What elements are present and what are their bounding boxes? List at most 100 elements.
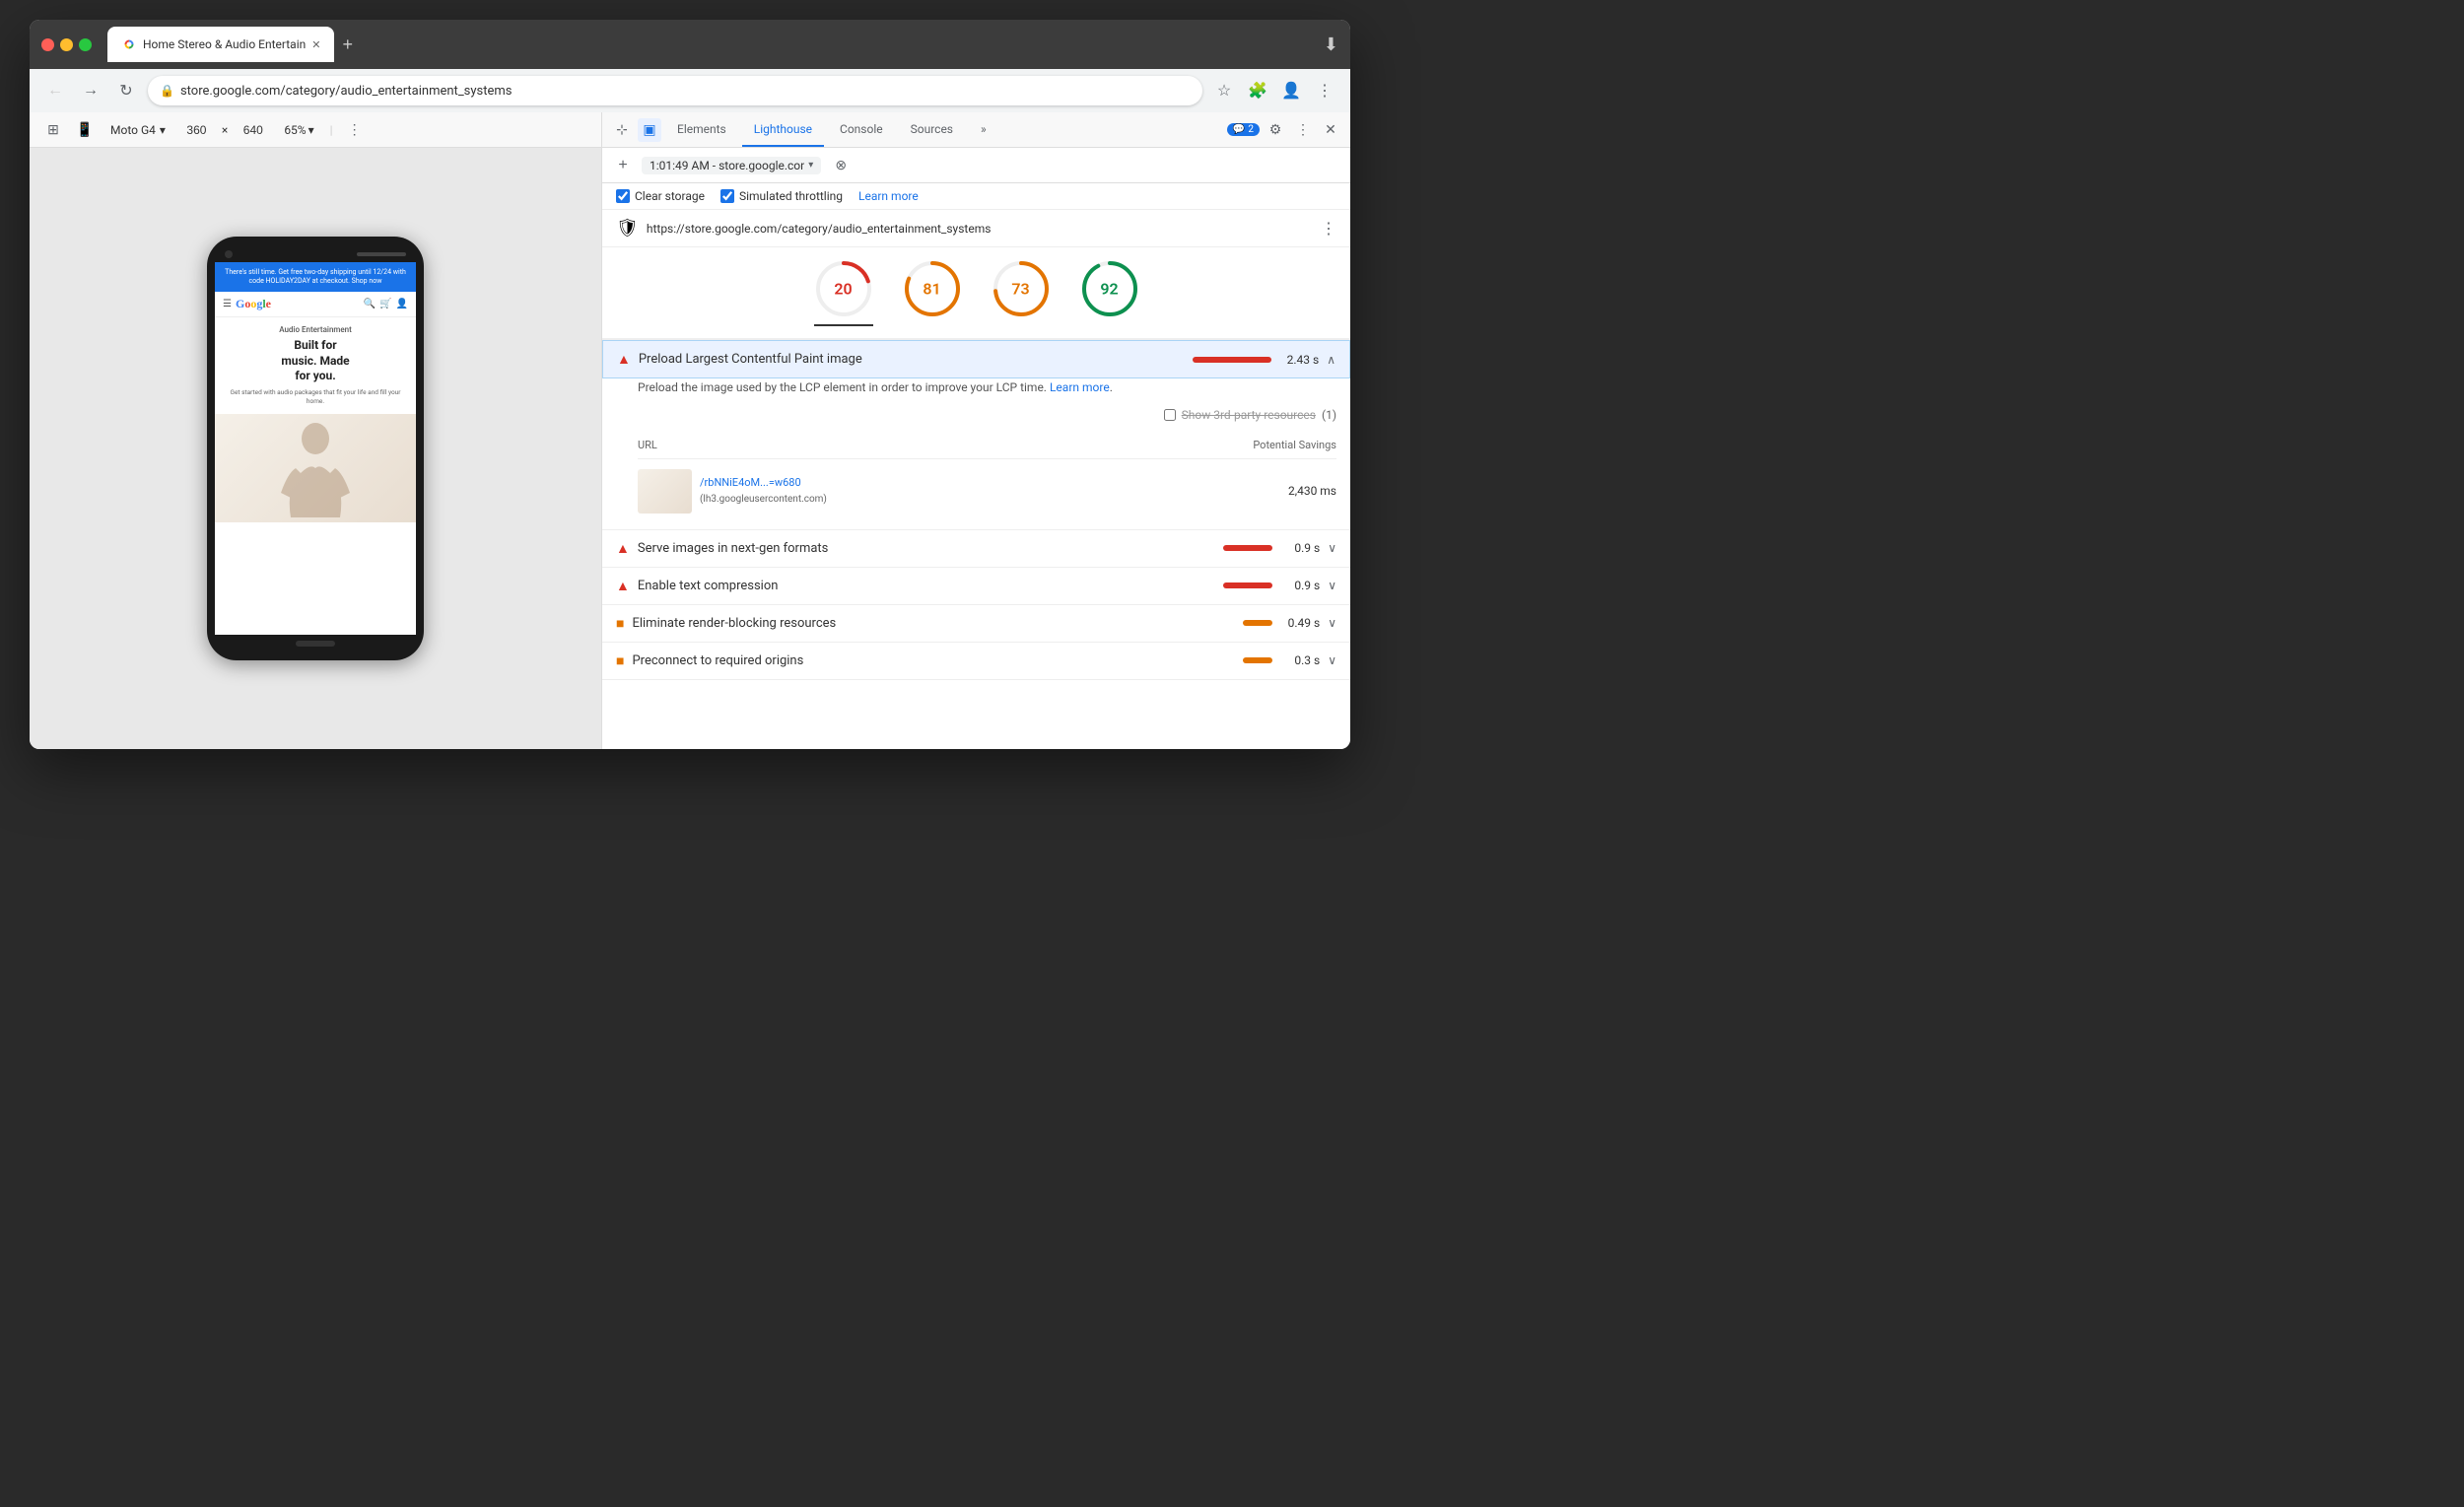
width-input[interactable] [179, 123, 214, 137]
audit-warning-icon-3: ▲ [616, 578, 630, 594]
hamburger-icon: ☰ [223, 299, 232, 309]
phone-frame: There's still time. Get free two-day shi… [207, 237, 424, 660]
tab-bar-right: ⬇ [1324, 34, 1338, 55]
menu-button[interactable]: ⋮ [1311, 77, 1338, 104]
tab-sources[interactable]: Sources [899, 112, 965, 147]
reload-button[interactable]: ↻ [112, 77, 140, 104]
address-bar: ← → ↻ 🔒 store.google.com/category/audio_… [30, 69, 1350, 112]
browser-window: Home Stereo & Audio Entertain ✕ + ⬇ ← → … [30, 20, 1350, 749]
toolbar-separator: | [330, 123, 333, 137]
audit-preload-lcp-body: Preload the image used by the LCP elemen… [602, 378, 1350, 529]
clear-button[interactable]: ⊗ [829, 154, 853, 177]
audit-table-row: /rbNNiE4oM...=w680 (lh3.googleuserconten… [638, 465, 1336, 517]
learn-more-link[interactable]: Learn more [858, 189, 919, 203]
device-inspector-icon[interactable]: ⊞ [41, 118, 65, 142]
devtools-panel: ⊹ ▣ Elements Lighthouse Console Sources … [601, 112, 1350, 749]
lighthouse-toolbar: + 1:01:49 AM - store.google.cor ▾ ⊗ [602, 148, 1350, 183]
search-icon: 🔍 [364, 299, 376, 309]
dimension-separator: × [222, 123, 228, 137]
minimize-button[interactable] [60, 38, 73, 51]
audit-preload-lcp-header[interactable]: ▲ Preload Largest Contentful Paint image… [602, 340, 1350, 378]
audit-bar-red-short-2 [1223, 582, 1272, 588]
settings-button[interactable]: ⚙ [1264, 118, 1287, 142]
zoom-chevron: ▾ [308, 123, 314, 137]
responsive-mode-icon[interactable]: 📱 [73, 118, 97, 142]
throttling-label: Simulated throttling [739, 189, 843, 203]
profile-button[interactable]: 👤 [1277, 77, 1305, 104]
report-url-row: 🛡 https://store.google.com/category/audi… [602, 210, 1350, 247]
audit-chevron-down-4-icon: ∨ [1328, 616, 1336, 630]
maximize-button[interactable] [79, 38, 92, 51]
audit-render-blocking: ■ Eliminate render-blocking resources 0.… [602, 605, 1350, 643]
clear-storage-option[interactable]: Clear storage [616, 189, 705, 203]
height-input[interactable] [236, 123, 270, 137]
audit-bar-container-4: 0.49 s [1243, 616, 1320, 630]
banner-text: There's still time. Get free two-day shi… [225, 268, 406, 285]
active-tab[interactable]: Home Stereo & Audio Entertain ✕ [107, 27, 334, 62]
audit-render-blocking-header[interactable]: ■ Eliminate render-blocking resources 0.… [602, 605, 1350, 642]
hero-headline-line1: Built for [294, 338, 336, 352]
store-nav: ☰ Google 🔍 🛒 👤 [215, 292, 416, 317]
score-circle-20: 20 [814, 259, 873, 318]
traffic-lights [41, 38, 92, 51]
main-content: ⊞ 📱 Moto G4 ▾ × 65% ▾ | ⋮ [30, 112, 1350, 749]
cursor-icon[interactable]: ⊹ [610, 118, 634, 142]
zoom-level: 65% [284, 123, 306, 137]
audit-render-blocking-title: Eliminate render-blocking resources [632, 616, 1235, 631]
zoom-select[interactable]: 65% ▾ [278, 121, 319, 139]
url-bar[interactable]: 🔒 store.google.com/category/audio_entert… [148, 76, 1202, 105]
audit-chevron-down-2-icon: ∨ [1328, 541, 1336, 555]
audit-url-cell: /rbNNiE4oM...=w680 (lh3.googleuserconten… [700, 475, 1269, 507]
url-selector[interactable]: 1:01:49 AM - store.google.cor ▾ [642, 157, 821, 174]
audit-description-text: Preload the image used by the LCP elemen… [638, 380, 1047, 394]
phone-camera [225, 250, 233, 258]
audit-bar-container-5: 0.3 s [1243, 653, 1320, 667]
third-party-checkbox[interactable] [1164, 409, 1176, 421]
throttling-option[interactable]: Simulated throttling [720, 189, 843, 203]
issues-badge[interactable]: 💬 2 [1227, 123, 1260, 136]
hero-headline-line2: music. Made [281, 354, 349, 368]
throttling-checkbox[interactable] [720, 189, 734, 203]
audit-savings: 2,430 ms [1277, 482, 1336, 500]
close-devtools-button[interactable]: ✕ [1319, 118, 1342, 142]
report-url-text: https://store.google.com/category/audio_… [647, 222, 1313, 236]
audit-next-gen-header[interactable]: ▲ Serve images in next-gen formats 0.9 s… [602, 530, 1350, 567]
audit-next-gen-time: 0.9 s [1280, 541, 1320, 555]
url-column-header: URL [638, 438, 657, 454]
add-audit-button[interactable]: + [612, 155, 634, 176]
bookmark-button[interactable]: ☆ [1210, 77, 1238, 104]
audit-text-compression-header[interactable]: ▲ Enable text compression 0.9 s ∨ [602, 568, 1350, 604]
lighthouse-report: 🛡 https://store.google.com/category/audi… [602, 210, 1350, 749]
forward-button[interactable]: → [77, 77, 104, 104]
audit-bar-orange [1243, 620, 1272, 626]
device-select[interactable]: Moto G4 ▾ [104, 121, 171, 139]
tab-console[interactable]: Console [828, 112, 895, 147]
phone-home-button [296, 641, 335, 647]
tab-more[interactable]: » [969, 112, 998, 147]
audit-bar-red-short [1223, 545, 1272, 551]
store-nav-left: ☰ Google [223, 297, 271, 311]
devtools-menu-button[interactable]: ⋮ [1291, 118, 1315, 142]
tab-elements[interactable]: Elements [665, 112, 738, 147]
profile-icon[interactable]: ⬇ [1324, 34, 1338, 55]
audit-bar-container-3: 0.9 s [1223, 579, 1320, 592]
back-button[interactable]: ← [41, 77, 69, 104]
audit-preconnect-header[interactable]: ■ Preconnect to required origins 0.3 s ∨ [602, 643, 1350, 679]
audit-chevron-down-5-icon: ∨ [1328, 653, 1336, 667]
audit-next-gen-formats: ▲ Serve images in next-gen formats 0.9 s… [602, 530, 1350, 568]
url-timestamp: 1:01:49 AM - store.google.cor [650, 159, 804, 172]
more-options-icon[interactable]: ⋮ [343, 118, 367, 142]
url-menu-icon[interactable]: ⋮ [1321, 219, 1336, 238]
inspector-icon[interactable]: ▣ [638, 118, 661, 142]
audit-learn-more-link[interactable]: Learn more [1050, 380, 1110, 394]
title-bar: Home Stereo & Audio Entertain ✕ + ⬇ [30, 20, 1350, 69]
clear-storage-checkbox[interactable] [616, 189, 630, 203]
extension-button[interactable]: 🧩 [1244, 77, 1271, 104]
third-party-row: Show 3rd-party resources (1) [638, 406, 1336, 424]
new-tab-button[interactable]: + [334, 34, 361, 55]
tab-close-icon[interactable]: ✕ [311, 38, 320, 51]
score-value-92: 92 [1100, 280, 1118, 299]
close-button[interactable] [41, 38, 54, 51]
device-toolbar: ⊞ 📱 Moto G4 ▾ × 65% ▾ | ⋮ [30, 112, 601, 148]
tab-lighthouse[interactable]: Lighthouse [742, 112, 824, 147]
